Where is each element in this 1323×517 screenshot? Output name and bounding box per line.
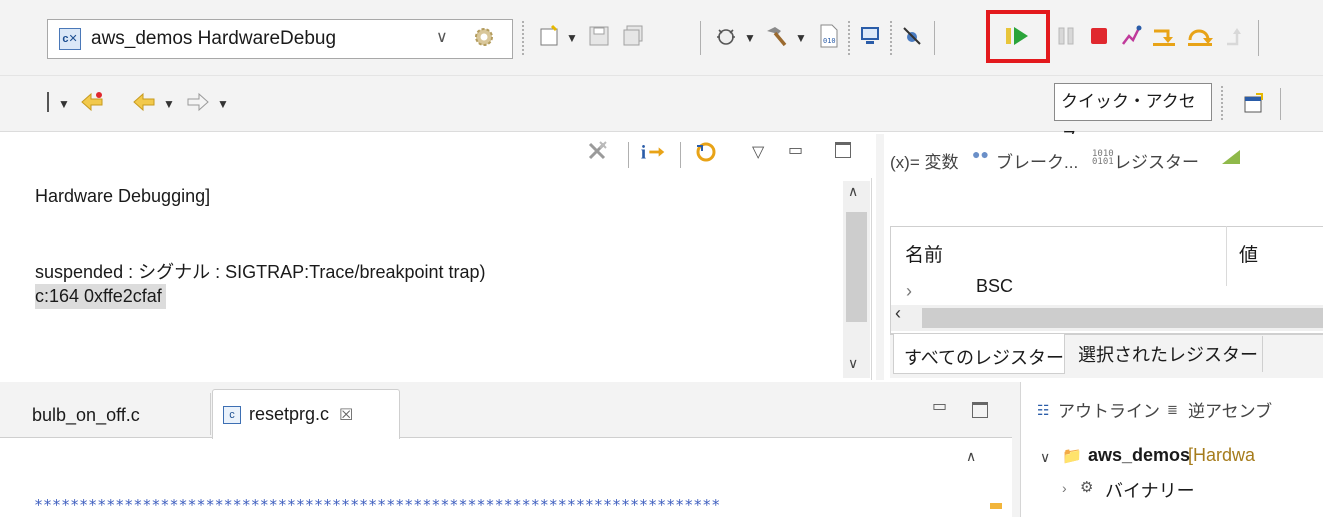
overview-ruler-marker[interactable] xyxy=(990,503,1002,509)
build-dropdown-icon[interactable]: ▼ xyxy=(795,31,807,45)
tab-outline[interactable]: アウトライン xyxy=(1058,397,1160,422)
scroll-left-icon[interactable]: ‹ xyxy=(895,303,901,324)
tab-registers[interactable]: レジスター xyxy=(1114,148,1199,173)
code-comment-line[interactable]: ****************************************… xyxy=(34,496,720,514)
maximize-icon[interactable] xyxy=(835,142,851,158)
binaries-icon: ⚙ xyxy=(1080,479,1094,496)
debug-stack-frame[interactable]: c:164 0xffe2cfaf xyxy=(35,284,166,309)
column-header-name[interactable]: 名前 xyxy=(905,240,943,267)
collapse-chevron-icon[interactable]: ∨ xyxy=(1040,449,1050,466)
save-all-icon[interactable] xyxy=(619,22,647,50)
editor-tab-resetprg[interactable]: c resetprg.c ☒ xyxy=(212,389,400,439)
open-perspective-icon[interactable] xyxy=(1240,90,1268,118)
monitor-icon[interactable] xyxy=(856,22,884,50)
registers-scroll-thumb[interactable] xyxy=(922,308,1323,328)
debug-dropdown-icon[interactable]: ▼ xyxy=(744,31,756,45)
step-over-icon[interactable] xyxy=(1186,22,1214,50)
step-into-icon[interactable] xyxy=(1150,22,1178,50)
subtab-divider xyxy=(1262,336,1263,372)
expand-chevron-icon[interactable]: › xyxy=(906,281,912,302)
c-file-icon: c xyxy=(223,405,241,424)
tab-disassembly[interactable]: 逆アセンブ xyxy=(1188,397,1272,422)
gear-icon[interactable] xyxy=(470,23,498,51)
column-divider xyxy=(1226,226,1227,286)
view-menu-icon[interactable]: ▽ xyxy=(752,142,764,162)
view-gap xyxy=(876,134,884,380)
last-edit-location-icon[interactable] xyxy=(78,88,106,116)
project-tree-suffix: [Hardwa xyxy=(1188,445,1256,465)
suspend-icon[interactable] xyxy=(1052,22,1080,50)
debug-thread-line[interactable]: suspended : シグナル : SIGTRAP:Trace/breakpo… xyxy=(35,258,486,284)
scroll-up-icon[interactable]: ∧ xyxy=(848,183,858,200)
toolbar-separator xyxy=(934,21,936,55)
skip-breakpoints-icon[interactable] xyxy=(898,22,926,50)
toolbar-separator xyxy=(628,142,629,168)
c-project-icon: c✕ xyxy=(59,28,81,50)
drop-to-frame-icon[interactable] xyxy=(692,138,720,166)
forward-dropdown-icon[interactable]: ▼ xyxy=(217,97,229,111)
annotation-icon[interactable] xyxy=(47,92,52,112)
column-header-value[interactable]: 値 xyxy=(1239,240,1258,267)
toolbar-separator xyxy=(1280,88,1281,120)
binary-file-icon[interactable]: 010 xyxy=(815,22,843,50)
remove-all-terminated-icon[interactable] xyxy=(585,138,613,166)
binaries-tree-item[interactable]: バイナリー xyxy=(1105,477,1195,503)
disassembly-icon: ≣ xyxy=(1167,402,1178,417)
toolbar-separator xyxy=(890,21,892,55)
debug-scroll-thumb[interactable] xyxy=(846,212,867,322)
scroll-down-icon[interactable]: ∨ xyxy=(848,355,858,372)
instruction-stepping-icon[interactable]: i xyxy=(640,138,668,166)
new-icon[interactable] xyxy=(536,22,564,50)
project-icon: 📁 xyxy=(1062,448,1082,465)
editor-scroll-up-icon[interactable]: ∧ xyxy=(966,448,976,465)
editor-minimize-icon[interactable]: ▭ xyxy=(932,396,947,416)
project-tree-item[interactable]: aws_demos xyxy=(1088,445,1190,466)
back-dropdown-icon[interactable]: ▼ xyxy=(163,97,175,111)
toolbar-separator xyxy=(700,21,702,55)
svg-text:i: i xyxy=(641,143,646,164)
terminate-icon[interactable] xyxy=(1085,22,1113,50)
minimize-icon[interactable]: ▭ xyxy=(788,140,803,160)
back-arrow-icon[interactable] xyxy=(130,88,158,116)
forward-arrow-icon[interactable] xyxy=(184,88,212,116)
quick-access-field[interactable]: クイック・アクセス xyxy=(1054,83,1212,147)
build-hammer-icon[interactable] xyxy=(762,22,790,50)
editor-maximize-icon[interactable] xyxy=(972,402,988,418)
registers-icon: 1010 0101 xyxy=(1092,149,1114,167)
step-return-icon[interactable] xyxy=(1222,22,1250,50)
close-icon[interactable]: ☒ xyxy=(339,405,353,425)
outline-icon: ☷ xyxy=(1037,402,1050,418)
editor-tab-label: resetprg.c xyxy=(249,404,330,424)
annotation-dropdown-icon[interactable]: ▼ xyxy=(58,97,70,111)
toolbar-separator xyxy=(848,21,850,55)
new-dropdown-icon[interactable]: ▼ xyxy=(566,31,578,45)
debug-icon[interactable] xyxy=(712,22,740,50)
save-icon[interactable] xyxy=(585,22,613,50)
debug-launch-line[interactable]: Hardware Debugging] xyxy=(35,186,210,207)
tab-variables[interactable]: (x)= 変数 xyxy=(890,148,958,173)
debug-view-toolbar xyxy=(0,134,872,178)
disconnect-icon[interactable] xyxy=(1117,22,1145,50)
toolbar-separator xyxy=(522,21,524,55)
chevron-down-icon[interactable]: ∨ xyxy=(436,27,448,47)
register-group-row[interactable]: BSC xyxy=(976,276,1013,297)
subtab-selected-registers[interactable]: 選択されたレジスター xyxy=(1078,341,1258,367)
tab-breakpoints[interactable]: ブレーク... xyxy=(996,148,1078,173)
editor-tab-bulb-on-off[interactable]: bulb_on_off.c xyxy=(32,405,140,447)
subtab-all-registers[interactable]: すべてのレジスター xyxy=(904,344,1064,370)
toolbar-separator xyxy=(1221,86,1223,120)
tab-divider xyxy=(210,393,211,435)
toolbar-separator xyxy=(1258,20,1259,56)
resume-highlight-box xyxy=(986,10,1050,63)
toolbar-separator xyxy=(680,142,681,168)
breakpoints-icon: ●● xyxy=(972,146,989,162)
expand-chevron-icon[interactable]: › xyxy=(1062,480,1067,496)
editor-tabbar xyxy=(0,382,1012,438)
svg-text:010: 010 xyxy=(823,37,836,45)
launch-configuration-label: aws_demos HardwareDebug xyxy=(91,28,337,49)
